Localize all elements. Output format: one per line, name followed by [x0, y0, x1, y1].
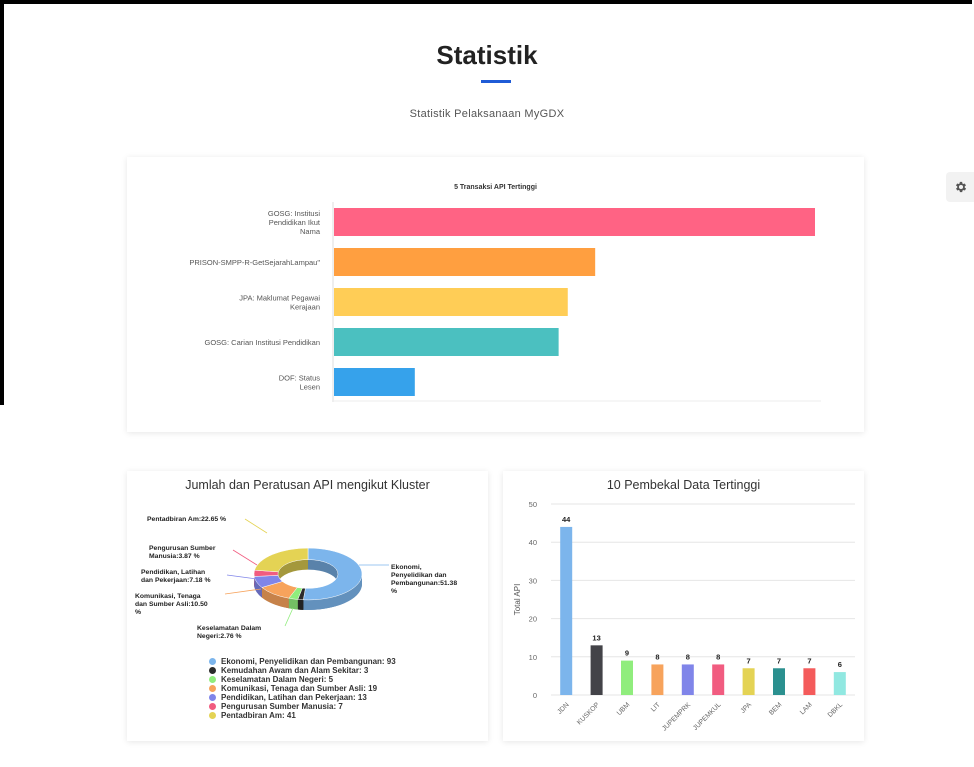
column-bar	[590, 645, 603, 695]
category-label: DOF: Status Lesen	[279, 374, 321, 392]
column-value-label: 8	[686, 652, 690, 661]
column-value-label: 8	[716, 652, 720, 661]
column-value-label: 7	[807, 656, 811, 665]
column-bar	[803, 668, 816, 695]
legend-label: Keselamatan Dalam Negeri: 5	[221, 675, 334, 684]
pie-data-label: Pendidikan, Latihan dan Pekerjaan:7.18 %	[141, 569, 211, 584]
pie-data-label: Keselamatan Dalam Negeri:2.76 %	[197, 625, 261, 640]
title-underline	[481, 80, 511, 83]
column-bar	[651, 664, 664, 695]
column-value-label: 13	[592, 633, 600, 642]
x-tick-label: JUPEMPRK	[661, 701, 692, 732]
x-tick-label: KUSKOP	[576, 701, 601, 726]
bar	[334, 328, 559, 356]
cluster-pie-chart: Ekonomi, Penyelidikan dan Pembangunan:51.3…	[135, 516, 457, 640]
legend-marker	[209, 685, 216, 692]
pie-legend: Ekonomi, Penyelidikan dan Pembangunan: 9…	[209, 657, 396, 720]
bar	[334, 288, 568, 316]
legend-marker	[209, 712, 216, 719]
pie-slice-wall	[288, 598, 298, 610]
cluster-pie-card: Jumlah dan Peratusan API mengikut Kluste…	[127, 471, 488, 741]
category-label: JPA: Maklumat Pegawai Kerajaan	[239, 294, 320, 312]
y-tick-label: 0	[533, 691, 537, 700]
legend-item[interactable]: Pentadbiran Am: 41	[209, 711, 396, 720]
x-tick-label: JPA	[740, 701, 754, 715]
legend-item[interactable]: Ekonomi, Penyelidikan dan Pembangunan: 9…	[209, 657, 396, 666]
legend-item[interactable]: Pengurusan Sumber Manusia: 7	[209, 702, 396, 711]
category-label: GOSG: Institusi Pendidikan Ikut Nama	[268, 209, 321, 236]
column-value-label: 7	[777, 656, 781, 665]
pie-data-label: Komunikasi, Tenaga dan Sumber Asli:10.50%	[135, 593, 208, 616]
bar	[334, 208, 815, 236]
top-providers-card: 10 Pembekal Data Tertinggi 0 10 20 30 40 50 To…	[503, 471, 864, 741]
data-label-connector	[244, 518, 268, 534]
legend-label: Pengurusan Sumber Manusia: 7	[221, 702, 343, 711]
legend-label: Kemudahan Awam dan Alam Sekitar: 3	[221, 666, 369, 675]
legend-label: Pendidikan, Latihan dan Pekerjaan: 13	[221, 693, 367, 702]
x-tick-label: LAM	[799, 701, 814, 716]
top-providers-chart: 0 10 20 30 40 50 Total API 44 JDN 13 KUSKOP 9 UBM 8 LI…	[513, 500, 855, 733]
legend-marker	[209, 703, 216, 710]
y-tick-label: 30	[529, 576, 537, 585]
gear-icon	[955, 181, 967, 193]
pie-slice-wall	[297, 599, 304, 610]
data-label-connector	[232, 549, 258, 566]
page-title: Statistik	[436, 40, 538, 70]
column-bar	[621, 660, 633, 695]
column-bar	[773, 668, 785, 695]
column-value-label: 8	[655, 652, 659, 661]
page-subtitle: Statistik Pelaksanaan MyGDX	[409, 108, 565, 120]
legend-item[interactable]: Komunikasi, Tenaga dan Sumber Asli: 19	[209, 684, 396, 693]
legend-marker	[209, 658, 216, 665]
x-tick-label: UBM	[616, 701, 632, 717]
y-tick-label: 40	[529, 538, 537, 547]
top-transactions-card: 5 Transaksi API Tertinggi GOSG: Institus…	[127, 157, 864, 432]
data-label-connector	[226, 574, 258, 580]
y-tick-label: 50	[529, 500, 537, 509]
bar	[334, 248, 596, 276]
column-value-label: 7	[747, 656, 751, 665]
x-tick-label: LIT	[650, 701, 662, 713]
legend-item[interactable]: Kemudahan Awam dan Alam Sekitar: 3	[209, 666, 396, 675]
data-label-connector	[224, 588, 262, 595]
y-tick-label: 10	[529, 653, 537, 662]
legend-marker	[209, 694, 216, 701]
category-label: GOSG: Carian Institusi Pendidikan	[205, 338, 320, 347]
settings-button[interactable]	[946, 172, 974, 202]
pie-data-label: Pentadbiran Am:22.65 %	[147, 516, 226, 523]
legend-item[interactable]: Keselamatan Dalam Negeri: 5	[209, 675, 396, 684]
x-tick-label: JDN	[556, 701, 570, 715]
pie-data-label: Ekonomi, Penyelidikan dan Pembangunan:51.3…	[391, 564, 457, 595]
legend-marker	[209, 667, 216, 674]
bar	[334, 368, 415, 396]
column-bar	[712, 664, 725, 695]
column-bar	[681, 664, 694, 695]
legend-marker	[209, 676, 216, 683]
legend-item[interactable]: Pendidikan, Latihan dan Pekerjaan: 13	[209, 693, 396, 702]
x-tick-label: JUPEMKUL	[692, 701, 723, 732]
column-bar	[742, 668, 755, 695]
pie-data-label: Pengurusan Sumber Manusia:3.87 %	[149, 545, 216, 560]
legend-label: Pentadbiran Am: 41	[221, 711, 296, 720]
column-bar	[833, 672, 846, 695]
x-tick-label: BEM	[768, 701, 784, 717]
column-value-label: 44	[562, 515, 571, 524]
column-bar	[560, 526, 573, 695]
category-label: PRISON-SMPP-R-GetSejarahLampau"	[189, 258, 320, 267]
x-tick-label: DBKL	[827, 701, 845, 719]
column-value-label: 9	[625, 649, 629, 658]
y-tick-label: 20	[529, 615, 537, 624]
y-axis-title: Total API	[513, 584, 522, 616]
legend-label: Ekonomi, Penyelidikan dan Pembangunan: 9…	[221, 657, 396, 666]
legend-label: Komunikasi, Tenaga dan Sumber Asli: 19	[221, 684, 378, 693]
top-transactions-chart: GOSG: Institusi Pendidikan Ikut Nama PRISON…	[189, 202, 821, 402]
data-label-connector	[284, 607, 294, 627]
column-value-label: 6	[838, 660, 842, 669]
